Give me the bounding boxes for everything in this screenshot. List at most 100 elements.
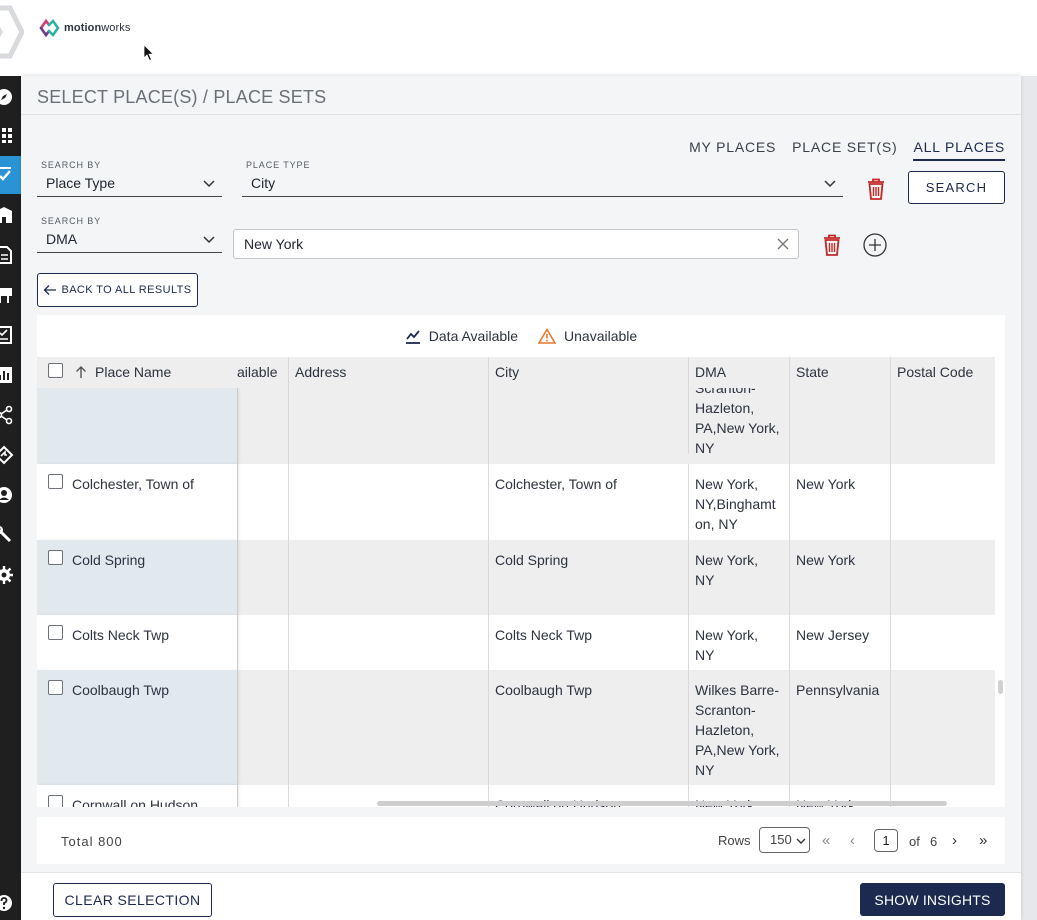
row-checkbox[interactable]	[48, 550, 63, 565]
search-by-label: SEARCH BY	[41, 160, 102, 170]
arrow-left-icon	[44, 285, 57, 295]
last-page-icon[interactable]: »	[979, 832, 987, 849]
row-checkbox[interactable]	[48, 625, 63, 640]
column-header-state[interactable]: State	[789, 357, 890, 388]
nav-help[interactable]	[0, 884, 21, 920]
route-icon	[0, 445, 14, 465]
nav-network[interactable]	[0, 396, 21, 434]
state-cell: Pennsylvania	[789, 670, 890, 785]
divider	[21, 114, 1021, 115]
select-all-checkbox[interactable]	[48, 363, 63, 378]
place-name-header-label: Place Name	[95, 364, 172, 380]
dma-search-input[interactable]: New York	[233, 229, 799, 259]
search-by-value: Place Type	[46, 175, 116, 191]
back-to-all-results-button[interactable]: BACK TO ALL RESULTS	[37, 273, 198, 307]
state-cell: New York	[789, 540, 890, 615]
search-by-select[interactable]: Place Type	[37, 173, 222, 197]
city-cell: Colchester, Town of	[488, 464, 688, 540]
place-name-text: Coolbaugh Twp	[72, 682, 170, 698]
place-name-text: Colts Neck Twp	[72, 627, 169, 643]
top-header: motionworks	[0, 0, 1037, 76]
rows-per-page-value: 150	[770, 832, 792, 847]
map-background-edge	[1021, 76, 1037, 920]
place-name-text: Cornwall on Hudson	[72, 797, 199, 807]
column-header-place-name[interactable]: Place Name	[37, 357, 237, 388]
nav-settings[interactable]	[0, 556, 21, 594]
postal-code-cell	[890, 540, 995, 615]
nav-select-places[interactable]	[0, 156, 21, 194]
nav-route[interactable]	[0, 436, 21, 474]
nav-building[interactable]	[0, 196, 21, 234]
place-tabs: MY PLACES PLACE SET(S) ALL PLACES	[689, 139, 1005, 161]
rows-label: Rows	[718, 833, 751, 848]
table-row[interactable]: Cold Spring Cold Spring New York, NY New…	[37, 540, 995, 615]
place-type-label: PLACE TYPE	[246, 160, 311, 170]
city-cell: Coolbaugh Twp	[488, 670, 688, 785]
place-name-cell: Colts Neck Twp	[37, 615, 237, 670]
brand-logo[interactable]: motionworks	[38, 18, 131, 38]
clear-selection-button[interactable]: CLEAR SELECTION	[53, 883, 212, 917]
nav-checklist[interactable]	[0, 316, 21, 354]
chevron-down-icon	[824, 180, 836, 188]
table-header: ailable Address City DMA State Postal Co…	[37, 357, 995, 388]
column-header-city[interactable]: City	[488, 357, 688, 388]
table-row[interactable]: Colchester, Town of Colchester, Town of …	[37, 464, 995, 540]
column-header-postal-code[interactable]: Postal Code	[890, 357, 995, 388]
row-checkbox[interactable]	[48, 474, 63, 489]
table-row[interactable]: Coolbaugh Twp Coolbaugh Twp Wilkes Barre…	[37, 670, 995, 785]
place-type-value: City	[251, 175, 276, 191]
dma-cell: New York, NY	[688, 540, 789, 615]
dma-cell: Scranton- Hazleton, PA,New York, NY	[688, 378, 789, 454]
dma-cell: New York, NY,Binghamt on, NY	[688, 464, 789, 540]
nav-reports[interactable]	[0, 356, 21, 394]
previous-page-icon[interactable]: ‹	[850, 832, 855, 849]
tab-my-places[interactable]: MY PLACES	[689, 139, 776, 161]
tab-place-sets[interactable]: PLACE SET(S)	[792, 139, 897, 161]
table-row[interactable]: Colts Neck Twp Colts Neck Twp New York, …	[37, 615, 995, 670]
of-label: of	[909, 834, 920, 849]
place-name-cell: Colchester, Town of	[37, 464, 237, 540]
postal-code-cell	[890, 464, 995, 540]
column-header-address[interactable]: Address	[288, 357, 488, 388]
clear-input-icon[interactable]	[776, 237, 790, 251]
dma-cell: New York, NY	[688, 615, 789, 670]
grid-icon	[2, 128, 12, 143]
search-by-select-2[interactable]: DMA	[37, 229, 222, 253]
nav-tools[interactable]	[0, 516, 21, 554]
horizontal-scrollbar[interactable]	[377, 801, 947, 806]
state-cell	[789, 388, 890, 464]
table-row[interactable]: Scranton- Hazleton, PA,New York, NY	[37, 378, 995, 464]
legend-unavailable-label: Unavailable	[564, 328, 638, 344]
delete-filter-icon[interactable]	[865, 177, 887, 201]
next-page-icon[interactable]: ›	[952, 832, 957, 849]
city-cell	[488, 388, 688, 464]
nav-billboard[interactable]	[0, 276, 21, 314]
available-cell	[237, 464, 288, 540]
tab-all-places[interactable]: ALL PLACES	[913, 139, 1005, 161]
vertical-scrollbar[interactable]	[998, 680, 1003, 694]
nav-grid[interactable]	[0, 116, 21, 154]
add-filter-icon[interactable]	[863, 233, 887, 257]
row-checkbox[interactable]	[48, 795, 63, 807]
current-page-input[interactable]: 1	[874, 829, 898, 852]
rows-per-page-select[interactable]: 150	[759, 827, 810, 853]
wrench-icon	[0, 526, 12, 543]
search-by-value-2: DMA	[46, 231, 78, 247]
total-count: Total 800	[61, 834, 123, 849]
nav-document[interactable]	[0, 236, 21, 274]
place-type-select[interactable]: City	[242, 173, 843, 197]
nav-compass[interactable]	[0, 78, 21, 116]
nav-account[interactable]	[0, 476, 21, 514]
warning-triangle-icon	[538, 328, 557, 344]
user-circle-icon	[0, 487, 12, 503]
show-insights-button[interactable]: SHOW INSIGHTS	[860, 883, 1005, 916]
delete-filter-icon[interactable]	[821, 233, 843, 257]
first-page-icon[interactable]: «	[822, 832, 830, 849]
row-checkbox[interactable]	[48, 680, 63, 695]
postal-code-cell	[890, 388, 995, 464]
column-header-available[interactable]: ailable	[237, 357, 288, 388]
column-header-dma[interactable]: DMA	[688, 357, 789, 388]
search-button[interactable]: SEARCH	[908, 171, 1005, 204]
gear-icon	[0, 566, 13, 584]
state-cell: New Jersey	[789, 615, 890, 670]
